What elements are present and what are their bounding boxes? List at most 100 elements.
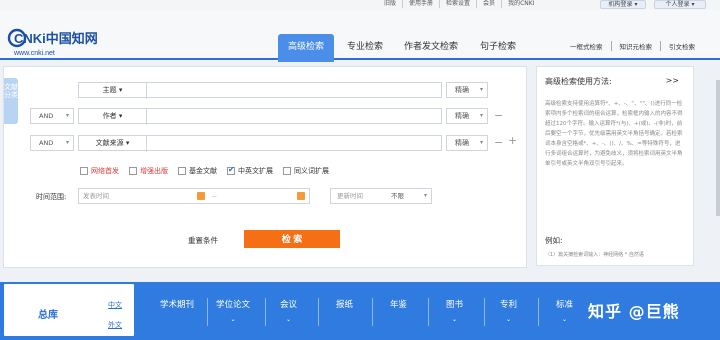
db-newspapers-label: 报纸 — [336, 300, 354, 310]
checkbox-synonym-expand[interactable]: 同义词扩展 — [283, 166, 329, 176]
checkbox-box[interactable] — [129, 167, 137, 175]
chevron-down-icon: ⌄ — [230, 316, 236, 323]
reset-conditions-button[interactable]: 重置条件 — [188, 235, 218, 246]
db-books-label: 图书 — [446, 300, 464, 310]
match-select-1[interactable]: 精确 ▾ — [446, 82, 488, 98]
db-yearbooks[interactable]: 年鉴 — [390, 298, 407, 310]
db-theses-label: 学位论文 — [216, 300, 251, 310]
db-conferences[interactable]: 会议 ⌄ — [280, 298, 297, 323]
field-select-3[interactable]: 文献来源 ▾ — [79, 136, 147, 152]
top-link-manual[interactable]: 使用手册 — [403, 0, 441, 8]
header: CNKi中国知网 www.cnki.net 高级检索 专业检索 作者发文检索 句… — [0, 10, 720, 62]
tab-advanced-search[interactable]: 高级检索 — [278, 34, 334, 62]
search-row-2[interactable]: 作者 ▾ — [78, 108, 442, 125]
db-books[interactable]: 图书 ⌄ — [446, 298, 463, 323]
search-button[interactable]: 检 索 — [244, 230, 340, 248]
db-patents[interactable]: 专利 ⌄ — [500, 298, 517, 323]
help-example-line: （1）篇关摘检索词输入：神经网络 * 自然语 — [545, 252, 644, 258]
page-scrollbar[interactable] — [716, 80, 720, 216]
chevron-down-icon: ⌄ — [505, 316, 512, 323]
checkbox-box[interactable] — [80, 167, 88, 175]
calendar-icon[interactable] — [297, 192, 305, 200]
add-row-icon[interactable]: + — [508, 135, 517, 146]
end-date-input[interactable]: -- — [208, 188, 310, 204]
checkbox-label: 同义词扩展 — [294, 167, 329, 175]
link-simple-search[interactable]: 一框式检索 — [562, 41, 612, 51]
separator — [372, 298, 373, 326]
update-time-value: 不限 — [391, 192, 404, 200]
cnki-logo[interactable]: CNKi中国知网 www.cnki.net — [6, 24, 110, 58]
db-journals-label: 学术期刊 — [160, 300, 195, 310]
field-select-2[interactable]: 作者 ▾ — [79, 109, 147, 125]
db-journals[interactable]: 学术期刊 — [160, 298, 194, 310]
calendar-icon[interactable] — [197, 192, 205, 200]
field-label-2: 作者 — [102, 112, 117, 120]
db-standards[interactable]: 标准 ⌄ — [556, 298, 573, 323]
time-range-label: 时间范围: — [36, 193, 67, 201]
chevron-down-icon: ▾ — [479, 139, 483, 146]
top-link-mycnki[interactable]: 我的CNKI — [502, 0, 540, 8]
checkbox-label: 网络首发 — [91, 167, 119, 175]
total-database-tab[interactable]: 总库 中文 外文 — [4, 284, 134, 336]
logo-url: www.cnki.net — [13, 50, 55, 57]
match-select-3[interactable]: 精确 ▾ — [446, 135, 488, 151]
link-citation-search[interactable]: 引文检索 — [661, 41, 703, 51]
separator — [538, 298, 539, 326]
top-links: 旧版 使用手册 检索设置 会员 我的CNKI — [378, 0, 540, 8]
chevron-down-icon: ⌄ — [561, 316, 568, 323]
separator — [207, 298, 208, 326]
start-date-input[interactable]: 发表时间 — [78, 188, 210, 204]
match-label-2: 精确 — [455, 112, 469, 120]
checkbox-box[interactable] — [178, 167, 186, 175]
total-database-label: 总库 — [38, 310, 58, 321]
db-patents-label: 专利 — [500, 300, 518, 310]
tab-professional-search[interactable]: 专业检索 — [340, 34, 390, 62]
start-date-placeholder: 发表时间 — [83, 192, 109, 200]
logo-brand: CNKi中国知网 — [14, 31, 98, 46]
tab-sentence-search[interactable]: 句子检索 — [472, 34, 524, 62]
foreign-link[interactable]: 外文 — [108, 320, 122, 330]
db-standards-label: 标准 — [556, 300, 574, 310]
separator — [265, 298, 266, 326]
logic-label-3: AND — [39, 139, 54, 147]
checkbox-box[interactable] — [283, 167, 291, 175]
tab-author-search[interactable]: 作者发文检索 — [398, 34, 464, 62]
db-theses[interactable]: 学位论文 ⌄ — [216, 298, 250, 323]
db-newspapers[interactable]: 报纸 — [336, 298, 353, 310]
separator — [318, 298, 319, 326]
search-row-1[interactable]: 主题 ▾ — [78, 82, 442, 99]
remove-row-icon[interactable]: − — [494, 110, 503, 121]
logic-select-2[interactable]: AND ▾ — [30, 108, 74, 124]
remove-row-icon[interactable]: − — [494, 137, 503, 148]
personal-login-label: 个人登录 — [665, 1, 690, 8]
chinese-link[interactable]: 中文 — [108, 300, 122, 310]
checkbox-fund-literature[interactable]: 基金文献 — [178, 166, 217, 176]
checkbox-enhanced-publish[interactable]: 增强出版 — [129, 166, 168, 176]
top-link-member[interactable]: 会员 — [477, 0, 503, 8]
top-link-settings[interactable]: 检索设置 — [440, 0, 478, 8]
chevron-down-icon: ▾ — [65, 139, 69, 146]
help-more-link[interactable]: >> — [666, 76, 679, 85]
org-login-button[interactable]: 机构登录 ▾ — [600, 0, 646, 9]
date-dash: -- — [212, 192, 217, 200]
chevron-down-icon: ⌄ — [451, 316, 458, 323]
db-conferences-label: 会议 — [280, 300, 298, 310]
checkbox-cn-en-expand[interactable]: 中英文扩展 — [227, 165, 273, 176]
search-row-3[interactable]: 文献来源 ▾ — [78, 135, 442, 152]
match-label-3: 精确 — [455, 139, 469, 147]
logic-select-3[interactable]: AND ▾ — [30, 135, 74, 151]
personal-login-button[interactable]: 个人登录 ▾ — [654, 0, 706, 9]
checkbox-label: 增强出版 — [140, 167, 168, 175]
top-link-old[interactable]: 旧版 — [378, 0, 404, 8]
category-side-tab[interactable]: 文献分类 — [4, 78, 18, 124]
checkbox-box-checked[interactable] — [227, 165, 235, 175]
link-knowledge-search[interactable]: 知识元检索 — [612, 41, 661, 51]
field-select-1[interactable]: 主题 ▾ — [79, 83, 147, 99]
update-time-select[interactable]: 更新时间 不限 ▾ — [330, 188, 432, 204]
match-select-2[interactable]: 精确 ▾ — [446, 108, 488, 124]
search-options: 网络首发 增强出版 基金文献 中英文扩展 同义词扩展 — [80, 165, 339, 176]
checkbox-online-first[interactable]: 网络首发 — [80, 166, 119, 176]
checkbox-label: 基金文献 — [189, 167, 217, 175]
field-label-3: 文献来源 — [95, 139, 124, 147]
match-label-1: 精确 — [455, 86, 469, 94]
